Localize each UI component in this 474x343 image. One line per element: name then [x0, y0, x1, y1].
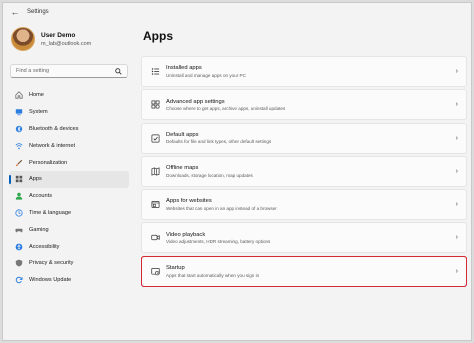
sidebar-item-network-internet[interactable]: Network & internet: [9, 137, 129, 154]
chevron-right-icon: ›: [455, 68, 458, 75]
card-description: Choose where to get apps, archive apps, …: [166, 106, 286, 112]
chevron-right-icon: ›: [455, 101, 458, 109]
search-icon: [115, 67, 122, 75]
card-description: Video adjustments, HDR streaming, batter…: [166, 239, 271, 245]
startup-icon: [150, 266, 160, 276]
refresh-icon: [15, 276, 23, 284]
monitor-icon: [15, 108, 23, 116]
card-title: Startup: [166, 265, 185, 272]
apps-for-websites-card[interactable]: Apps for websites Websites that can open…: [141, 189, 467, 221]
sidebar-item-home[interactable]: Home: [9, 87, 129, 104]
apps-settings-list: Installed apps Uninstall and manage apps…: [141, 56, 467, 289]
accessibility-icon: [15, 243, 23, 251]
search-input[interactable]: Find a setting: [10, 64, 128, 78]
brush-icon: [15, 159, 23, 167]
chevron-right-icon: ›: [455, 267, 458, 275]
sidebar-item-accounts[interactable]: Accounts: [9, 188, 129, 205]
card-description: Apps that start automatically when you s…: [166, 272, 260, 278]
default-apps-card[interactable]: Default apps Defaults for file and link …: [141, 122, 467, 154]
chevron-right-icon: ›: [455, 201, 458, 209]
user-profile[interactable]: User Demo m_lab@outlook.com: [11, 27, 91, 51]
card-title: Installed apps: [166, 65, 202, 72]
search-placeholder: Find a setting: [16, 68, 50, 74]
sidebar-item-privacy-security[interactable]: Privacy & security: [9, 255, 129, 272]
globe-clock-icon: [15, 209, 23, 217]
back-button[interactable]: ←: [7, 4, 23, 20]
title-bar: ← Settings: [3, 3, 471, 21]
window-title: Settings: [27, 9, 49, 15]
advanced-app-settings-card[interactable]: Advanced app settings Choose where to ge…: [141, 89, 467, 121]
sidebar-nav: Home System Bluetooth & devices Network …: [9, 87, 129, 289]
sidebar-item-gaming[interactable]: Gaming: [9, 221, 129, 238]
settings-window: ← Settings User Demo m_lab@outlook.com F…: [2, 2, 472, 341]
sidebar-item-bluetooth-devices[interactable]: Bluetooth & devices: [9, 121, 129, 138]
video-icon: [150, 233, 160, 243]
chevron-right-icon: ›: [455, 234, 458, 242]
offline-maps-card[interactable]: Offline maps Downloads, storage location…: [141, 155, 467, 187]
card-description: Uninstall and manage apps on your PC: [166, 72, 246, 78]
bluetooth-icon: [15, 125, 23, 133]
app-settings-icon: [150, 100, 160, 110]
card-description: Websites that can open in an app instead…: [166, 205, 277, 211]
network-icon: [15, 142, 23, 150]
sidebar-item-personalization[interactable]: Personalization: [9, 154, 129, 171]
person-icon: [15, 192, 23, 200]
startup-card[interactable]: Startup Apps that start automatically wh…: [141, 255, 467, 287]
list-icon: [150, 67, 160, 77]
user-email: m_lab@outlook.com: [41, 40, 92, 47]
shield-icon: [15, 259, 23, 267]
installed-apps-card[interactable]: Installed apps Uninstall and manage apps…: [141, 56, 467, 87]
map-icon: [150, 166, 160, 176]
video-playback-card[interactable]: Video playback Video adjustments, HDR st…: [141, 222, 467, 254]
sidebar-item-windows-update[interactable]: Windows Update: [9, 272, 129, 289]
card-title: Apps for websites: [166, 198, 212, 205]
home-icon: [15, 91, 23, 99]
default-apps-icon: [150, 133, 160, 143]
chevron-right-icon: ›: [455, 167, 458, 175]
avatar: [11, 27, 35, 51]
card-description: Defaults for file and link types, other …: [166, 139, 272, 145]
apps-icon: [15, 175, 23, 183]
sidebar-item-time-language[interactable]: Time & language: [9, 205, 129, 222]
sidebar-item-apps[interactable]: Apps: [9, 170, 129, 188]
card-title: Advanced app settings: [166, 98, 225, 105]
chevron-right-icon: ›: [455, 134, 458, 142]
card-title: Video playback: [166, 231, 206, 238]
gamepad-icon: [15, 226, 23, 234]
card-description: Downloads, storage location, map updates: [166, 172, 253, 178]
user-name: User Demo: [41, 31, 76, 39]
sidebar-item-accessibility[interactable]: Accessibility: [9, 238, 129, 255]
card-title: Offline maps: [166, 165, 199, 172]
web-apps-icon: [150, 200, 160, 210]
sidebar-item-system[interactable]: System: [9, 104, 129, 121]
card-title: Default apps: [166, 131, 199, 138]
page-title: Apps: [143, 29, 173, 43]
back-arrow-icon: ←: [10, 7, 20, 17]
